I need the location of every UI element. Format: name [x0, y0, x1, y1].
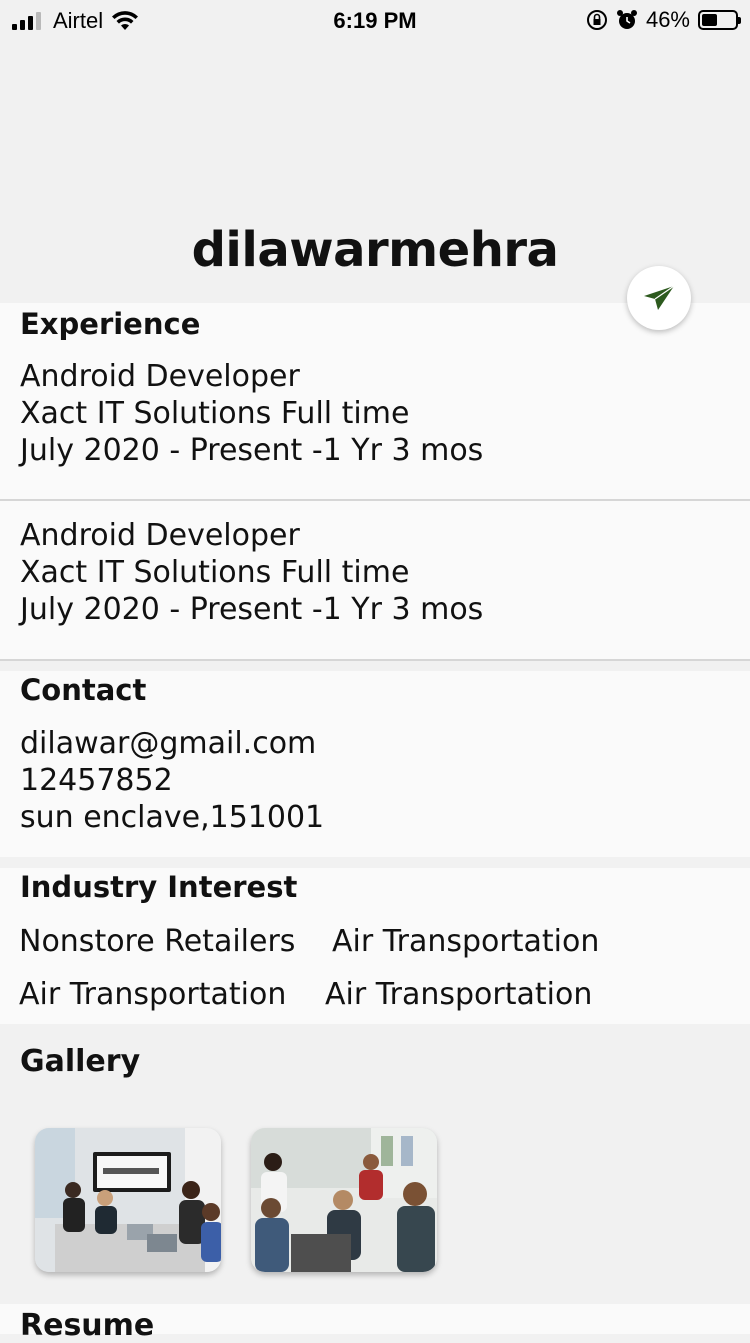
- divider: [0, 499, 750, 501]
- office-photo: [251, 1128, 437, 1272]
- send-icon: [644, 285, 675, 310]
- battery-fill: [702, 14, 717, 26]
- gallery-title: Gallery: [20, 1044, 141, 1079]
- industry-chip: Air Transportation: [332, 924, 600, 959]
- industry-title: Industry Interest: [20, 870, 298, 904]
- experience-title: Experience: [20, 307, 201, 341]
- contact-phone[interactable]: 12457852: [20, 763, 173, 798]
- experience-period: July 2020 - Present -1 Yr 3 mos: [20, 592, 484, 627]
- experience-section: Experience Android Developer Xact IT Sol…: [0, 303, 750, 661]
- gallery-image[interactable]: [35, 1128, 221, 1272]
- send-button[interactable]: [627, 266, 691, 330]
- battery-percent: 46%: [645, 7, 690, 32]
- contact-address: sun enclave,151001: [20, 800, 325, 835]
- status-bar: Airtel 6:19 PM 46%: [0, 0, 750, 40]
- experience-period: July 2020 - Present -1 Yr 3 mos: [20, 433, 484, 468]
- industry-section: Industry Interest Nonstore Retailers Air…: [0, 868, 750, 1024]
- contact-email[interactable]: dilawar@gmail.com: [20, 726, 316, 761]
- industry-chip: Nonstore Retailers: [19, 924, 296, 959]
- experience-role: Android Developer: [20, 518, 300, 553]
- resume-title: Resume: [20, 1308, 155, 1343]
- orientation-lock-icon: [586, 10, 607, 30]
- alarm-icon: [616, 10, 637, 29]
- industry-chip: Air Transportation: [325, 977, 593, 1012]
- experience-company: Xact IT Solutions Full time: [20, 555, 410, 590]
- profile-name: dilawarmehra: [191, 222, 559, 278]
- status-right: 46%: [586, 7, 741, 33]
- experience-company: Xact IT Solutions Full time: [20, 396, 410, 431]
- industry-chip: Air Transportation: [19, 977, 287, 1012]
- battery-icon: [698, 10, 741, 30]
- gallery-image[interactable]: [251, 1128, 437, 1272]
- experience-role: Android Developer: [20, 359, 300, 394]
- contact-section: Contact dilawar@gmail.com 12457852 sun e…: [0, 671, 750, 857]
- divider: [0, 659, 750, 661]
- meeting-photo: [35, 1128, 221, 1272]
- contact-title: Contact: [20, 673, 147, 707]
